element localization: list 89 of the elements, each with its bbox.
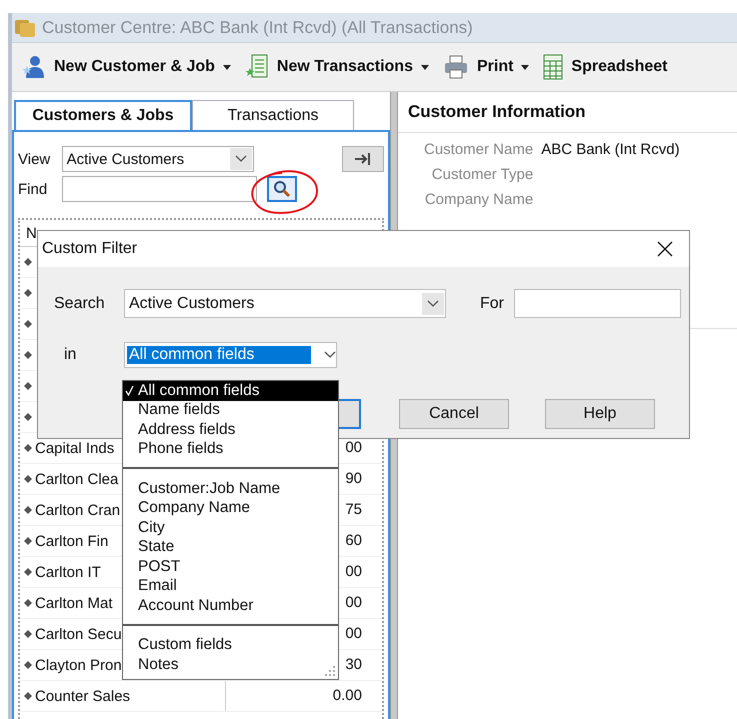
check-icon [125,385,134,396]
field-label: Customer Name [424,141,534,158]
document-icon [244,54,269,80]
dropdown-option[interactable]: State [123,538,338,557]
dialog-title: Custom Filter [42,240,138,258]
balance-cell: 00 [345,594,362,611]
diamond-icon [24,506,32,514]
balance-cell: 90 [345,470,362,487]
expand-button[interactable] [342,146,384,172]
search-icon [273,180,291,198]
search-label: Search [54,294,106,312]
toolbar-button[interactable]: Print [442,55,530,79]
diamond-icon [24,568,32,576]
chevron-icon [235,155,248,163]
balance-cell: 00 [345,439,362,456]
printer-icon [442,55,469,79]
close-button[interactable] [657,241,673,257]
view-label: View [18,150,52,168]
toolbar-button[interactable]: New Customer & Job [20,54,231,80]
customer-name: Carlton Clea [35,470,118,488]
customer-name: Carlton Fin [35,532,108,550]
search-button[interactable] [267,176,297,202]
diamond-icon [24,351,32,359]
customer-name: Clayton Pron [35,656,122,674]
person-icon [20,54,46,80]
toolbar-button[interactable]: New Transactions [244,54,429,80]
close-icon [657,241,673,257]
find-label: Find [18,180,48,198]
customer-name: Capital Inds [35,440,114,456]
balance-cell: 30 [345,656,362,673]
find-field[interactable] [62,176,257,202]
customer-name: Carlton Mat [35,594,113,612]
dialog-button[interactable]: Help [545,399,655,429]
column-header[interactable]: N [26,224,37,242]
section-title: Customer Information [398,92,737,133]
field-label: Customer Type [430,166,534,183]
toolbar-button[interactable]: Spreadsheet [543,54,668,80]
chevron-icon [324,351,336,359]
diamond-icon [24,289,32,297]
window-title: Customer Centre: ABC Bank (Int Rcvd) (All Transactions) [42,18,473,38]
dropdown-option[interactable]: POST [123,557,338,576]
diamond-icon [24,599,32,607]
dropdown-option[interactable]: All common fields [123,381,338,400]
balance-cell: 75 [345,501,362,518]
customer-name: Carlton Cran [35,502,120,518]
diamond-icon [24,320,32,328]
for-label: For [480,294,505,312]
diamond-icon [24,630,32,638]
dropdown-option[interactable]: Address fields [123,420,338,440]
balance-cell: 60 [345,532,362,549]
dropdown-option[interactable]: Email [123,576,338,596]
tab[interactable]: Transactions [192,100,354,130]
balance-cell: 0.00 [332,687,362,704]
search-dropdown[interactable]: Active Customers [124,289,446,318]
customer-name: Carlton Secu [35,626,122,642]
dropdown-option[interactable]: Custom fields [123,636,338,655]
diamond-icon [24,413,32,421]
customer-name: Counter Sales [35,688,130,704]
folder-icon [14,18,36,38]
customer-name: Carlton IT [35,564,101,580]
dropdown-option[interactable]: Account Number [123,596,338,616]
in-label: in [63,346,78,364]
tab[interactable]: Customers & Jobs [14,100,192,130]
in-dropdown[interactable]: All common fields [124,342,337,368]
diamond-icon [24,692,32,700]
chevron-icon [427,300,439,308]
customer-row[interactable]: Counter Sales 0.00 [20,681,382,712]
dropdown-option[interactable]: Phone fields [123,440,338,459]
dialog-button[interactable]: Cancel [399,399,509,429]
dropdown-option[interactable]: Customer:Job Name [123,479,338,498]
field-label: Company Name [424,191,534,208]
dropdown-option[interactable]: Company Name [123,498,338,518]
diamond-icon [24,661,32,669]
diamond-icon [24,258,32,266]
resize-grip-icon [325,666,335,676]
spreadsheet-icon [543,54,564,80]
diamond-icon [24,475,32,483]
diamond-icon [24,444,32,452]
balance-cell: 00 [345,625,362,642]
dropdown-option[interactable]: City [123,518,338,538]
view-dropdown[interactable]: Active Customers [62,146,254,172]
arrow-to-bar-icon [354,152,372,166]
for-field[interactable] [514,289,681,318]
balance-cell: 00 [345,563,362,580]
diamond-icon [24,382,32,390]
dropdown-option[interactable]: Notes [123,655,338,674]
diamond-icon [24,537,32,545]
dropdown-option[interactable]: Name fields [123,400,338,420]
field-value: ABC Bank (Int Rcvd) [541,141,681,158]
